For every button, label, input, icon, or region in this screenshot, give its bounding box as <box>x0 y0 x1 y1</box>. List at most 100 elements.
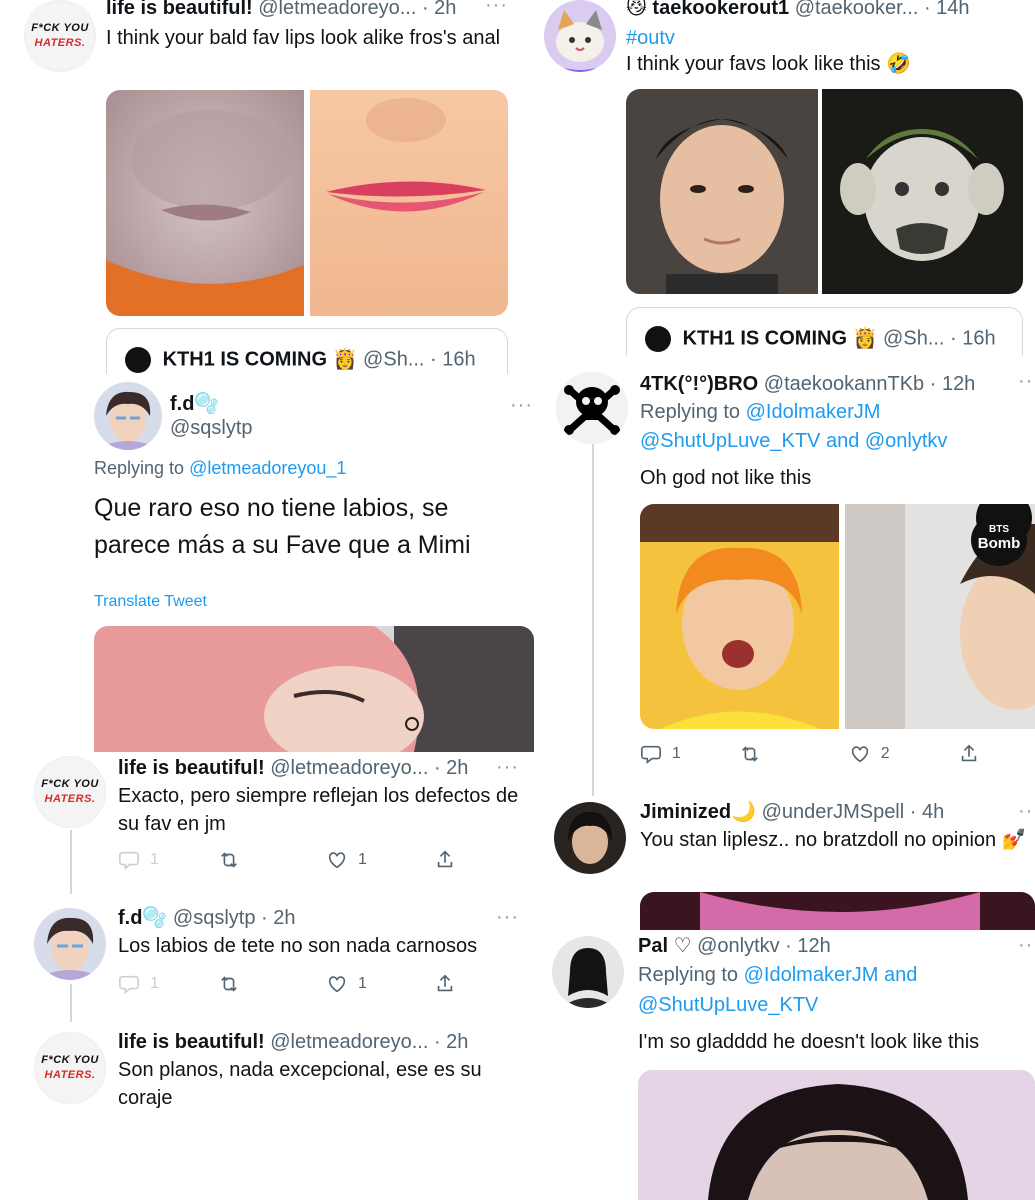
panel-top-right: 😼 taekookerout1 @taekooker... · 14h #out… <box>520 0 1035 356</box>
avatar-fyh[interactable]: F*CK YOU HATERS. <box>24 0 96 72</box>
display-name[interactable]: 😼 taekookerout1 <box>626 0 789 19</box>
tweet-actions: 1 2 <box>640 742 980 766</box>
like-button[interactable]: 1 <box>326 849 434 871</box>
kth1-avatar <box>125 347 151 373</box>
handle[interactable]: @taekooker... · 14h <box>795 0 970 19</box>
panel-thread-left: F*CK YOU HATERS. life is beautiful! @let… <box>12 752 528 1112</box>
media-image-partial[interactable] <box>640 892 1035 932</box>
tweet-text: Son planos, nada excepcional, ese es su … <box>118 1059 482 1109</box>
replying-to: Replying to @IdolmakerJM and @ShutUpLuve… <box>638 964 918 1016</box>
mention-link[interactable]: @ShutUpLuve_KTV <box>638 994 818 1016</box>
reply-button[interactable]: 1 <box>118 973 218 995</box>
tweet-header: life is beautiful! @letmeadoreyo... · 2h <box>118 756 468 780</box>
media-image-jimin[interactable]: BTS Bomb <box>640 504 1035 729</box>
handle[interactable]: @sqslytp · 2h <box>173 907 296 929</box>
reply-icon <box>119 851 139 870</box>
more-dots-icon[interactable]: ··· <box>1018 801 1035 821</box>
pink-hair-photo <box>94 626 534 752</box>
display-name[interactable]: life is beautiful! <box>106 0 253 19</box>
handle[interactable]: @underJMSpell · 4h <box>762 801 945 823</box>
jiminized-avatar-photo <box>554 802 626 874</box>
media-image-pinkhair[interactable] <box>94 626 534 752</box>
panel-mid-right: 4TK(°!°)BRO @taekookannTKb · 12h ··· Rep… <box>538 356 1035 796</box>
display-name[interactable]: 4TK(°!°)BRO <box>640 373 758 395</box>
display-name[interactable]: f.d🫧 <box>118 907 167 929</box>
share-icon <box>961 744 977 762</box>
retweet-icon <box>221 976 237 992</box>
reply-button[interactable]: 1 <box>640 743 739 765</box>
hashtag-link[interactable]: #outv <box>626 24 675 52</box>
display-name[interactable]: life is beautiful! <box>118 757 265 779</box>
mention-link[interactable]: @IdolmakerJM and <box>744 964 918 986</box>
avatar-skull[interactable] <box>556 372 628 444</box>
handle[interactable]: @letmeadoreyo... · 2h <box>258 0 456 19</box>
display-name[interactable]: f.d⁠🫧 <box>170 393 219 415</box>
panel-bottom-right: Jiminized🌙 @underJMSpell · 4h ··· You st… <box>540 796 1035 932</box>
tweet-header: Pal ♡ @onlytkv · 12h <box>638 934 831 958</box>
fd-avatar-photo <box>94 382 162 450</box>
avatar-fd[interactable] <box>34 908 106 980</box>
handle[interactable]: @letmeadoreyo... · 2h <box>270 757 468 779</box>
more-dots-icon[interactable]: ··· <box>1018 371 1035 391</box>
display-name[interactable]: life is beautiful! <box>118 1031 265 1053</box>
like-button[interactable]: 1 <box>326 973 434 995</box>
mention-link[interactable]: @letmeadoreyou_1 <box>189 458 346 478</box>
retweet-icon <box>742 746 759 762</box>
tweet-actions: 1 1 <box>118 972 458 996</box>
fd-avatar-photo <box>34 908 106 980</box>
avatar-fyh[interactable]: F*CK YOU HATERS. <box>34 1032 106 1104</box>
tweet-text: I'm so gladddd he doesn't look like this <box>638 1031 980 1053</box>
tweet-text: I think your favs look like this 🤣 <box>626 53 912 75</box>
more-dots-icon[interactable]: ··· <box>510 395 533 415</box>
more-dots-icon[interactable]: ··· <box>496 907 519 927</box>
more-dots-icon[interactable]: ··· <box>485 0 508 15</box>
heart-icon <box>328 976 346 993</box>
handle[interactable]: @taekookannTKb · 12h <box>764 373 976 395</box>
quote-name: KTH1 IS COMING 👸 <box>682 327 878 350</box>
media-image-bottom[interactable] <box>638 1070 1035 1200</box>
face-comparison-photo <box>626 89 1023 294</box>
tweet-text: Los labios de tete no son nada carnosos <box>118 935 478 957</box>
display-name[interactable]: Pal ♡ <box>638 935 692 957</box>
handle[interactable]: @sqslytp <box>170 416 253 440</box>
share-button[interactable] <box>434 849 456 871</box>
display-name[interactable]: Jiminized🌙 <box>640 801 756 823</box>
mention-link[interactable]: @IdolmakerJM <box>746 401 881 423</box>
quoted-tweet[interactable]: KTH1 IS COMING 👸 @Sh... · 16h <box>626 307 1023 356</box>
media-image-right[interactable] <box>626 89 1023 294</box>
bts-bomb-badge: BTS Bomb <box>971 514 1027 566</box>
share-button[interactable] <box>434 973 456 995</box>
heart-icon <box>851 746 868 763</box>
tweet-text: You stan liplesz.. no bratzdoll no opini… <box>640 829 1027 851</box>
heart-icon <box>328 852 346 869</box>
like-button[interactable]: 2 <box>849 743 958 765</box>
avatar-pal[interactable] <box>552 936 624 1008</box>
retweet-button[interactable] <box>218 973 326 995</box>
thread-line <box>70 830 72 894</box>
avatar-fd[interactable] <box>94 382 162 450</box>
avatar-cat[interactable] <box>544 0 616 72</box>
mention-link[interactable]: @ShutUpLuve_KTV and @onlytkv <box>640 430 947 452</box>
dark-hair-photo <box>638 1070 1035 1200</box>
retweet-button[interactable] <box>218 849 326 871</box>
lips-comparison-photo <box>106 90 508 316</box>
translate-link[interactable]: Translate Tweet <box>94 588 207 616</box>
panel-mid-left: f.d⁠🫧 @sqslytp ··· Replying to @letmeado… <box>78 374 542 752</box>
avatar-fyh[interactable]: F*CK YOU HATERS. <box>34 756 106 828</box>
tweet-header: f.d⁠🫧 <box>170 392 219 416</box>
pal-avatar-photo <box>552 936 624 1008</box>
quote-handle: @Sh... · 16h <box>883 327 996 350</box>
tweet-text: Oh god not like this <box>640 467 812 489</box>
handle[interactable]: @letmeadoreyo... · 2h <box>270 1031 468 1053</box>
quote-name: KTH1 IS COMING 👸 <box>162 348 358 371</box>
quoted-tweet[interactable]: KTH1 IS COMING 👸 @Sh... · 16h <box>106 328 508 378</box>
tweet-header: 😼 taekookerout1 @taekooker... · 14h <box>626 0 970 20</box>
media-image-left[interactable] <box>106 90 508 316</box>
more-dots-icon[interactable]: ··· <box>496 757 519 777</box>
share-button[interactable] <box>958 743 980 765</box>
more-dots-icon[interactable]: ··· <box>1018 935 1035 955</box>
avatar-jiminized[interactable] <box>554 802 626 874</box>
handle[interactable]: @onlytkv · 12h <box>697 935 831 957</box>
retweet-button[interactable] <box>739 743 848 765</box>
reply-button[interactable]: 1 <box>118 849 218 871</box>
